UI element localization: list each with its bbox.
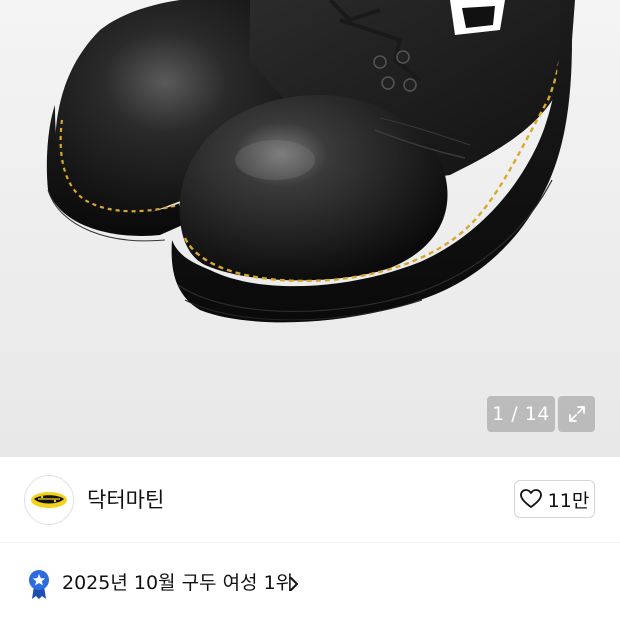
brand-name[interactable]: 닥터마틴 — [87, 487, 164, 513]
brand-logo[interactable] — [24, 475, 74, 525]
heart-outline-icon — [519, 489, 542, 508]
product-image-gallery[interactable]: 1 / 14 — [0, 0, 620, 457]
ranking-text: 2025년 10월 구두 여성 1위 — [62, 572, 294, 594]
product-image[interactable] — [0, 0, 620, 457]
like-count: 11만 — [547, 489, 590, 512]
ranking-link[interactable]: 2025년 10월 구두 여성 1위 — [0, 543, 620, 620]
brand-row: 닥터마틴 11만 — [0, 457, 620, 543]
chevron-right-icon — [290, 577, 298, 591]
like-button[interactable]: 11만 — [514, 480, 595, 518]
image-counter: 1 / 14 — [487, 396, 555, 432]
ribbon-star-icon — [29, 570, 49, 599]
expand-icon — [568, 406, 585, 422]
dr-martens-logo — [31, 492, 67, 508]
expand-button[interactable] — [558, 396, 595, 432]
